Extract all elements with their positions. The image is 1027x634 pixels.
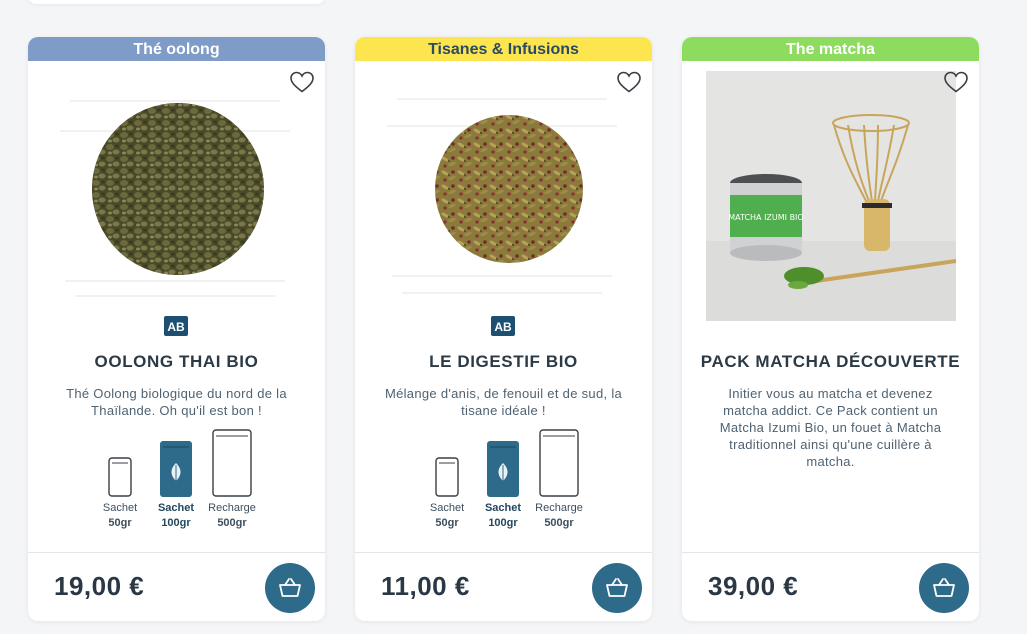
previous-row-card: [28, 0, 325, 4]
format-option-sachet-100gr[interactable]: Sachet 100gr: [152, 441, 200, 531]
format-option-recharge-500gr[interactable]: Recharge 500gr: [206, 429, 258, 531]
product-price: 19,00 €: [54, 571, 145, 601]
format-option-sachet-50gr[interactable]: Sachet 50gr: [425, 457, 469, 531]
format-option-sachet-50gr[interactable]: Sachet 50gr: [98, 457, 142, 531]
product-description: Mélange d'anis, de fenouil et de sud, la…: [384, 386, 623, 418]
matcha-kit-image[interactable]: MATCHA IZUMI BIO: [706, 71, 956, 321]
heart-outline-icon[interactable]: [289, 70, 315, 94]
card-footer: 11,00 €: [355, 552, 652, 621]
format-option-recharge-500gr[interactable]: Recharge 500gr: [533, 429, 585, 531]
heart-outline-icon[interactable]: [616, 70, 642, 94]
add-to-cart-button[interactable]: [265, 563, 315, 613]
add-to-cart-button[interactable]: [919, 563, 969, 613]
basket-icon: [606, 578, 628, 597]
heart-outline-icon[interactable]: [943, 70, 969, 94]
oolong-leaves-image[interactable]: [50, 71, 300, 321]
format-option-sachet-100gr[interactable]: Sachet 100gr: [479, 441, 527, 531]
category-banner: Tisanes & Infusions: [355, 37, 652, 61]
product-title[interactable]: PACK MATCHA DÉCOUVERTE: [692, 352, 969, 372]
product-card-le-digestif[interactable]: Tisanes & Infusions AB LE DIGESTIF BIO M…: [355, 37, 652, 621]
format-selector: Sachet 50gr Sachet 100gr Recharge 500gr: [28, 429, 325, 539]
organic-ab-logo: AB: [164, 316, 188, 336]
category-banner: Thé oolong: [28, 37, 325, 61]
svg-text:AB: AB: [167, 320, 185, 334]
herbal-blend-image[interactable]: [377, 71, 627, 321]
product-card-pack-matcha[interactable]: The matcha MATCHA IZUMI BIO PACK MATCHA …: [682, 37, 979, 621]
category-banner: The matcha: [682, 37, 979, 61]
card-footer: 39,00 €: [682, 552, 979, 621]
product-price: 39,00 €: [708, 571, 799, 601]
product-title[interactable]: OOLONG THAI BIO: [38, 352, 315, 372]
product-card-oolong-thai[interactable]: Thé oolong AB OOLONG THAI BIO Thé Oolong…: [28, 37, 325, 621]
add-to-cart-button[interactable]: [592, 563, 642, 613]
product-price: 11,00 €: [381, 571, 470, 601]
product-description: Thé Oolong biologique du nord de la Thaï…: [66, 386, 287, 418]
organic-ab-logo: AB: [491, 316, 515, 336]
format-selector: Sachet 50gr Sachet 100gr Recharge 500gr: [355, 429, 652, 539]
svg-text:AB: AB: [494, 320, 512, 334]
product-title[interactable]: LE DIGESTIF BIO: [365, 352, 642, 372]
svg-text:MATCHA IZUMI BIO: MATCHA IZUMI BIO: [728, 213, 803, 222]
card-footer: 19,00 €: [28, 552, 325, 621]
basket-icon: [933, 578, 955, 597]
product-description: Initier vous au matcha et devenez matcha…: [719, 386, 942, 469]
basket-icon: [279, 578, 301, 597]
